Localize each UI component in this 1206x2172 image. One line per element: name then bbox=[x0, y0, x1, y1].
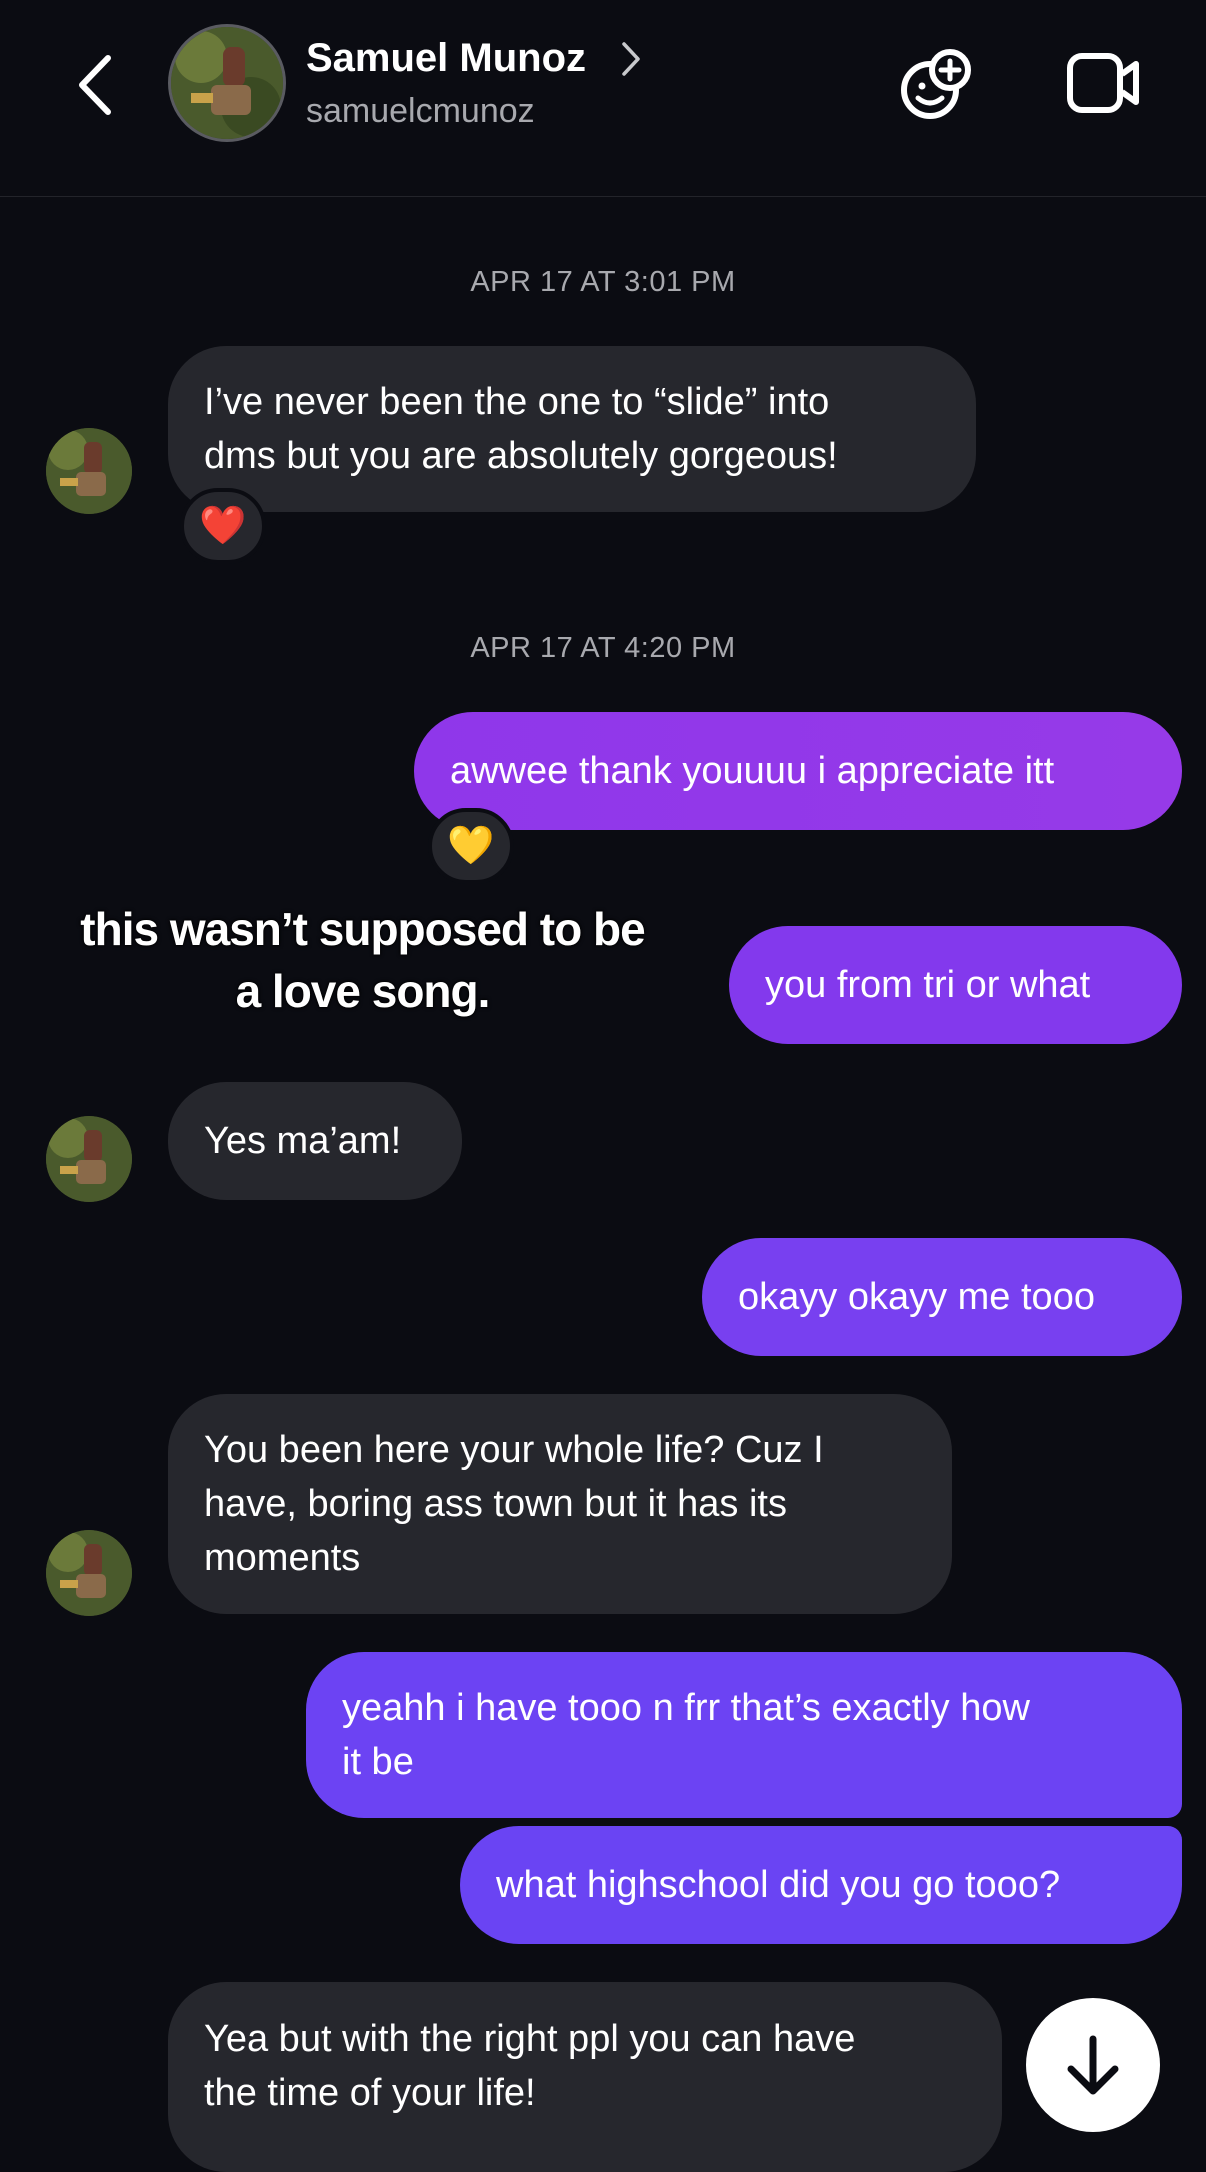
chevron-right-icon[interactable] bbox=[620, 40, 642, 78]
video-camera-icon[interactable] bbox=[1066, 52, 1142, 114]
smiley-plus-icon[interactable] bbox=[896, 44, 976, 124]
timestamp: APR 17 AT 4:20 PM bbox=[470, 632, 736, 664]
contact-username[interactable]: samuelcmunoz bbox=[306, 92, 535, 131]
outgoing-message[interactable]: what highschool did you go tooo? bbox=[460, 1826, 1182, 1944]
yellow-heart-reaction[interactable]: 💛 bbox=[428, 808, 514, 884]
back-chevron-icon[interactable] bbox=[70, 50, 120, 120]
timestamp: APR 17 AT 3:01 PM bbox=[470, 266, 736, 298]
outgoing-message[interactable]: okayy okayy me tooo bbox=[702, 1238, 1182, 1356]
outgoing-message[interactable]: you from tri or what bbox=[729, 926, 1182, 1044]
incoming-message[interactable]: You been here your whole life? Cuz I hav… bbox=[168, 1394, 952, 1614]
chat-header: Samuel Munoz samuelcmunoz bbox=[0, 0, 1206, 197]
incoming-message[interactable]: Yes ma’am! bbox=[168, 1082, 462, 1200]
sender-avatar[interactable] bbox=[46, 1530, 132, 1616]
sender-avatar[interactable] bbox=[46, 428, 132, 514]
scroll-to-bottom-button[interactable] bbox=[1026, 1998, 1160, 2132]
incoming-message[interactable]: I’ve never been the one to “slide” into … bbox=[168, 346, 976, 512]
outgoing-message[interactable]: yeahh i have tooo n frr that’s exactly h… bbox=[306, 1652, 1182, 1818]
profile-avatar[interactable] bbox=[168, 24, 286, 142]
arrow-down-icon bbox=[1067, 2035, 1119, 2095]
contact-name[interactable]: Samuel Munoz bbox=[306, 36, 586, 81]
video-caption-overlay: this wasn’t supposed to be a love song. bbox=[80, 903, 645, 1017]
heart-reaction[interactable]: ❤️ bbox=[180, 488, 266, 564]
outgoing-message[interactable]: awwee thank youuuu i appreciate itt bbox=[414, 712, 1182, 830]
sender-avatar[interactable] bbox=[46, 1116, 132, 1202]
